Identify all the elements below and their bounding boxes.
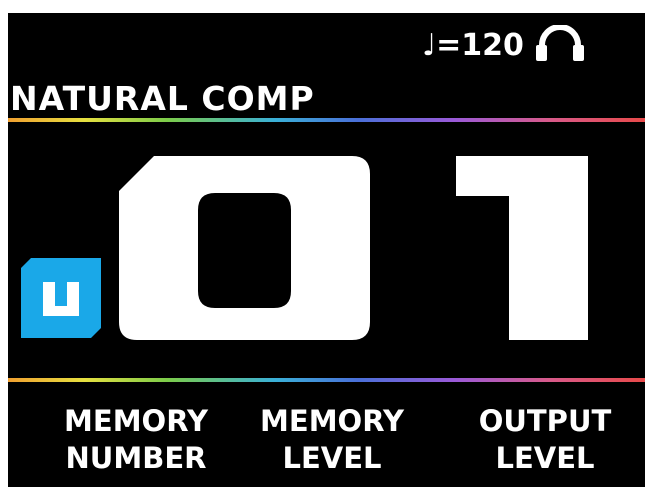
digit-one xyxy=(456,156,588,340)
user-memory-icon xyxy=(21,258,101,338)
memory-level-label: MEMORY LEVEL xyxy=(260,404,404,475)
memory-number-label: MEMORY NUMBER xyxy=(64,404,208,475)
display-screen: ♩=120 NATURAL COMP 01 MEMORY NUMBER MEMO… xyxy=(8,13,645,487)
memory-number-display: 01 xyxy=(119,156,588,340)
output-level-label: OUTPUT LEVEL xyxy=(478,404,612,475)
bottom-divider xyxy=(8,378,645,382)
digit-zero xyxy=(119,156,370,340)
